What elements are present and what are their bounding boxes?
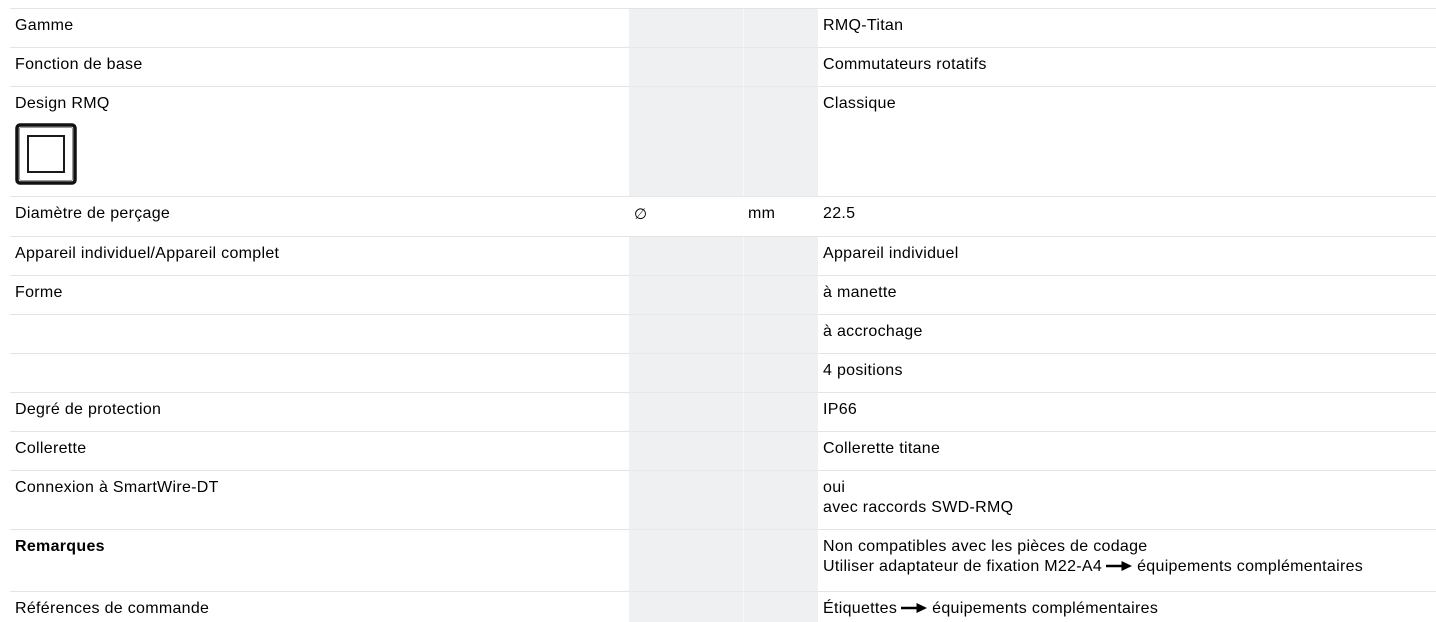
spec-symbol-cell — [629, 315, 743, 354]
spec-symbol-cell — [629, 87, 743, 197]
spec-row-remarques: Remarques Non compatibles avec les pièce… — [10, 530, 1436, 592]
spec-label — [10, 354, 629, 393]
spec-unit-cell — [743, 471, 818, 530]
spec-value-line: Utiliser adaptateur de fixation M22-A4 éq… — [823, 557, 1431, 577]
spec-value-line: oui — [823, 479, 846, 496]
spec-unit-cell — [743, 432, 818, 471]
spec-value: 22.5 — [818, 197, 1436, 237]
spec-value: Collerette titane — [818, 432, 1436, 471]
spec-label: Références de commande — [15, 600, 210, 617]
spec-symbol-cell — [629, 592, 743, 622]
spec-row-forme: Forme à manette — [10, 276, 1436, 315]
spec-label: Remarques — [10, 530, 629, 592]
spec-row-smartwire: Connexion à SmartWire-DT oui avec raccor… — [10, 471, 1436, 530]
diameter-symbol: ∅ — [634, 205, 648, 223]
spec-label: Connexion à SmartWire-DT — [10, 471, 629, 530]
cross-reference-text: équipements complémentaires — [1137, 558, 1364, 575]
spec-symbol-cell — [629, 393, 743, 432]
spec-label: Gamme — [10, 9, 629, 48]
spec-value: IP66 — [818, 393, 1436, 432]
spec-row-degre-de-protection: Degré de protection IP66 — [10, 393, 1436, 432]
spec-symbol-cell — [629, 530, 743, 592]
spec-label: Collerette — [10, 432, 629, 471]
spec-unit-cell: mm — [743, 197, 818, 237]
spec-label: Forme — [10, 276, 629, 315]
spec-row-fonction-de-base: Fonction de base Commutateurs rotatifs — [10, 48, 1436, 87]
spec-row-forme-continued: à accrochage — [10, 315, 1436, 354]
spec-unit-cell — [743, 354, 818, 393]
spec-value-line: avec raccords SWD-RMQ — [823, 499, 1014, 516]
order-text: Étiquettes — [823, 600, 898, 617]
spec-symbol-cell — [629, 48, 743, 87]
spec-symbol-cell — [629, 276, 743, 315]
spec-label — [10, 315, 629, 354]
spec-unit-cell — [743, 276, 818, 315]
spec-value: oui avec raccords SWD-RMQ — [818, 471, 1436, 530]
spec-unit-cell — [743, 530, 818, 592]
spec-value: Classique — [818, 87, 1436, 197]
spec-value: 4 positions — [818, 354, 1436, 393]
spec-label-cell: Design RMQ — [10, 87, 629, 197]
spec-symbol-cell — [629, 9, 743, 48]
spec-value: Étiquettes équipements complémentaires — [818, 592, 1436, 622]
spec-value: Non compatibles avec les pièces de codag… — [818, 530, 1436, 592]
spec-row-gamme: Gamme RMQ-Titan — [10, 9, 1436, 48]
spec-value: Commutateurs rotatifs — [818, 48, 1436, 87]
spec-value: à accrochage — [818, 315, 1436, 354]
cross-reference-text: équipements complémentaires — [932, 600, 1159, 617]
spec-label: Design RMQ — [15, 95, 110, 112]
spec-label: Diamètre de perçage — [10, 197, 629, 237]
spec-unit-cell — [743, 315, 818, 354]
spec-label: Fonction de base — [10, 48, 629, 87]
spec-value-line: Non compatibles avec les pièces de codag… — [823, 538, 1148, 555]
spec-unit-cell — [743, 393, 818, 432]
spec-row-forme-positions: 4 positions — [10, 354, 1436, 393]
classic-square-design-icon — [15, 123, 77, 185]
spec-value: à manette — [818, 276, 1436, 315]
spec-row-appareil: Appareil individuel/Appareil complet App… — [10, 237, 1436, 276]
spec-unit-cell — [743, 87, 818, 197]
spec-label: Appareil individuel/Appareil complet — [10, 237, 629, 276]
spec-row-design-rmq: Design RMQ Classique — [10, 87, 1436, 197]
spec-unit-cell — [743, 9, 818, 48]
spec-table: Gamme RMQ-Titan Fonction de base Commuta… — [10, 8, 1436, 622]
spec-unit-cell — [743, 48, 818, 87]
spec-label: Degré de protection — [10, 393, 629, 432]
arrow-right-icon — [901, 602, 928, 613]
spec-unit-cell — [743, 592, 818, 622]
spec-unit: mm — [748, 205, 776, 222]
arrow-right-icon — [1106, 560, 1133, 571]
spec-value: RMQ-Titan — [818, 9, 1436, 48]
spec-symbol-cell — [629, 237, 743, 276]
spec-symbol-cell — [629, 432, 743, 471]
spec-value: Appareil individuel — [818, 237, 1436, 276]
spec-symbol-cell — [629, 354, 743, 393]
spec-row-diametre-de-percage: Diamètre de perçage ∅ mm 22.5 — [10, 197, 1436, 237]
spec-value-line: Étiquettes équipements complémentaires — [823, 599, 1431, 619]
spec-unit-cell — [743, 237, 818, 276]
spec-row-references-de-commande: Références de commande Étiquettes équipem… — [10, 592, 1436, 622]
note-text: Utiliser adaptateur de fixation M22-A4 — [823, 558, 1103, 575]
spec-symbol-cell: ∅ — [629, 197, 743, 237]
spec-symbol-cell — [629, 471, 743, 530]
spec-row-collerette: Collerette Collerette titane — [10, 432, 1436, 471]
